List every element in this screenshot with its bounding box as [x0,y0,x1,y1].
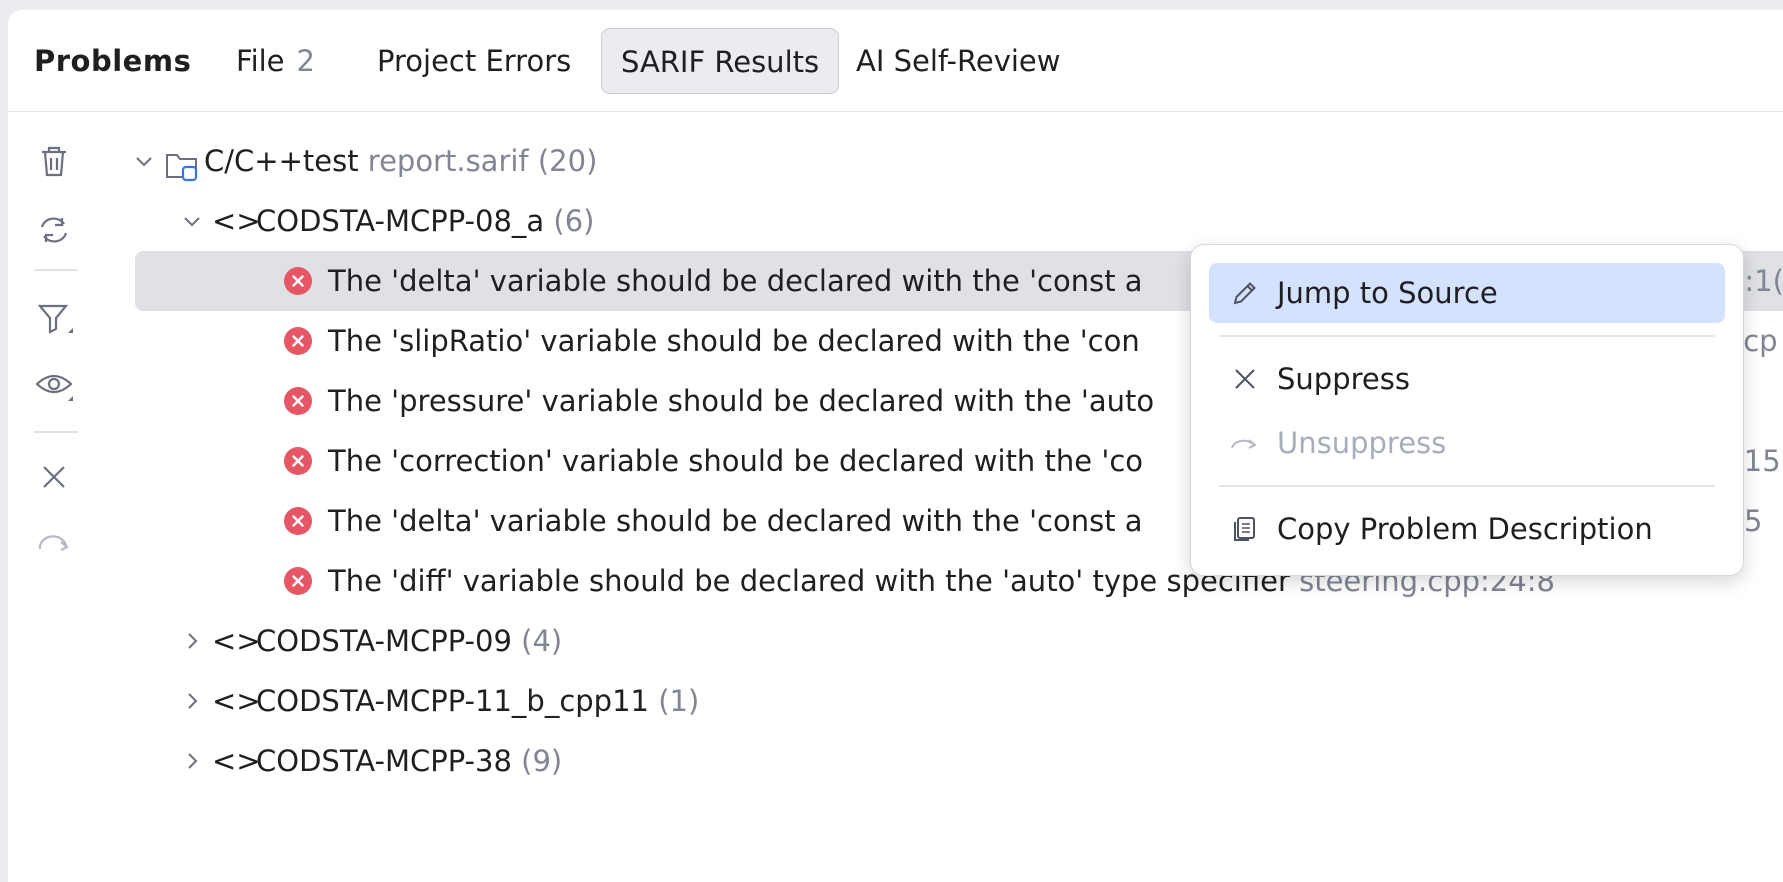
error-icon [284,567,312,595]
chevron-right-icon[interactable] [180,689,204,713]
menu-item-copy-problem-description[interactable]: Copy Problem Description [1209,499,1725,559]
eye-icon[interactable] [32,363,76,407]
redo-icon [1229,427,1261,459]
pencil-icon [1229,277,1261,309]
context-menu: Jump to Source Suppress Unsuppress Copy … [1190,244,1744,576]
tab-file[interactable]: File 2 [236,28,315,94]
group-name: CODSTA-MCPP-09 [256,624,512,658]
code-icon: <> [212,684,261,718]
toolbar-separator [34,269,78,271]
problem-text: The 'correction' variable should be decl… [328,444,1144,478]
problem-location: 5 [1744,504,1763,538]
chevron-right-icon[interactable] [180,629,204,653]
group-name: CODSTA-MCPP-38 [256,744,512,778]
filter-icon[interactable] [32,297,76,341]
error-icon [284,507,312,535]
problem-text: The 'delta' variable should be declared … [328,504,1143,538]
group-count: (4) [521,624,563,658]
chevron-right-icon[interactable] [180,749,204,773]
tab-bar: Problems File 2 Project Errors SARIF Resu… [8,10,1783,112]
tree-group-row[interactable]: <> CODSTA-MCPP-09 (4) [8,611,1783,671]
error-icon [284,387,312,415]
tree-group-row[interactable]: <> CODSTA-MCPP-38 (9) [8,731,1783,791]
tab-problems-title: Problems [34,44,192,78]
menu-item-unsuppress: Unsuppress [1209,413,1725,473]
redo-icon [32,521,76,565]
code-icon: <> [212,744,261,778]
tab-file-count: 2 [296,44,315,78]
folder-icon [164,143,200,182]
error-icon [284,267,312,295]
problem-text: The 'diff' variable should be declared w… [328,564,1290,598]
problem-text: The 'slipRatio' variable should be decla… [328,324,1140,358]
chevron-down-icon[interactable] [180,209,204,233]
copy-icon [1229,513,1261,545]
tab-ai-self-review[interactable]: AI Self-Review [856,28,1060,94]
tree-root-row[interactable]: C/C++test report.sarif (20) [8,131,1783,191]
menu-separator [1219,335,1715,337]
root-name: C/C++test [204,144,359,178]
menu-separator [1219,485,1715,487]
group-count: (1) [658,684,700,718]
group-count: (9) [521,744,563,778]
error-icon [284,327,312,355]
root-file: report.sarif [367,144,529,178]
group-count: (6) [553,204,595,238]
tree-group-row[interactable]: <> CODSTA-MCPP-11_b_cpp11 (1) [8,671,1783,731]
menu-item-suppress[interactable]: Suppress [1209,349,1725,409]
chevron-down-icon[interactable] [132,149,156,173]
group-name: CODSTA-MCPP-11_b_cpp11 [256,684,649,718]
close-icon [1229,363,1261,395]
tab-sarif-results[interactable]: SARIF Results [601,28,840,94]
side-toolbar [8,111,104,882]
tab-project-errors[interactable]: Project Errors [377,28,571,94]
trash-icon[interactable] [32,139,76,183]
problem-text: The 'delta' variable should be declared … [328,264,1143,298]
close-icon[interactable] [32,455,76,499]
menu-item-jump-to-source[interactable]: Jump to Source [1209,263,1725,323]
toolbar-separator [34,431,78,433]
error-icon [284,447,312,475]
problem-text: The 'pressure' variable should be declar… [328,384,1155,418]
refresh-icon[interactable] [32,208,76,252]
tree-group-row[interactable]: <> CODSTA-MCPP-08_a (6) [8,191,1783,251]
code-icon: <> [212,204,261,238]
root-count: (20) [537,144,598,178]
group-name: CODSTA-MCPP-08_a [256,204,545,238]
code-icon: <> [212,624,261,658]
